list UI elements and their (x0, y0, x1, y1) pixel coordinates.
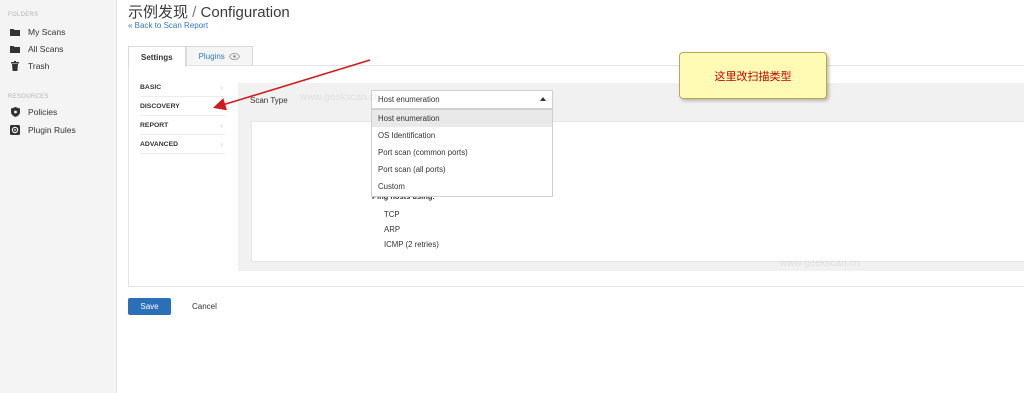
discovery-settings-card (251, 121, 1024, 262)
scan-type-selected-value: Host enumeration (378, 95, 440, 104)
sidebar-item-label: All Scans (28, 44, 64, 54)
chevron-right-icon: › (220, 101, 223, 111)
chevron-right-icon: › (220, 82, 223, 92)
page-title-main: 示例发现 (128, 4, 189, 21)
shield-icon (10, 107, 20, 117)
settings-nav-label: REPORT (140, 121, 169, 129)
eye-icon (228, 53, 240, 60)
save-button[interactable]: Save (128, 298, 171, 315)
sidebar-item-label: Plugin Rules (28, 125, 76, 135)
tab-settings[interactable]: Settings (128, 46, 186, 67)
sidebar-item-my-scans[interactable]: My Scans (10, 24, 65, 40)
settings-nav-report[interactable]: REPORT › (140, 116, 225, 135)
page-title-sub: Configuration (200, 4, 290, 21)
config-tabs: Settings Plugins (128, 46, 253, 67)
settings-nav-discovery[interactable]: DISCOVERY › (140, 97, 225, 116)
ping-methods-list: TCP ARP ICMP (2 retries) (384, 207, 439, 252)
sidebar-item-all-scans[interactable]: All Scans (10, 41, 63, 57)
sidebar-item-trash[interactable]: Trash (10, 58, 49, 74)
folder-icon (10, 44, 20, 54)
settings-nav: BASIC › DISCOVERY › REPORT › ADVANCED › (140, 78, 225, 154)
folder-icon (10, 27, 20, 37)
scan-type-select[interactable]: Host enumeration (371, 90, 553, 109)
ping-method-tcp: TCP (384, 210, 400, 219)
settings-nav-label: BASIC (140, 83, 162, 91)
settings-nav-label: DISCOVERY (140, 102, 180, 110)
plugin-rules-icon (10, 125, 20, 135)
scan-type-dropdown: Host enumeration OS Identification Port … (371, 109, 553, 197)
sidebar-item-label: Trash (28, 61, 50, 71)
settings-nav-label: ADVANCED (140, 140, 179, 148)
scan-type-option-os-identification[interactable]: OS Identification (372, 127, 552, 144)
page-title: 示例发现 / Configuration (128, 1, 290, 22)
scan-type-option-custom[interactable]: Custom (372, 178, 552, 195)
tab-label: Plugins (198, 52, 225, 61)
annotation-callout: 这里改扫描类型 (679, 52, 827, 99)
cancel-button[interactable]: Cancel (192, 298, 217, 315)
tab-label: Settings (141, 52, 173, 62)
watermark: www.geekscan.cn (300, 92, 381, 103)
scan-type-option-port-scan-common[interactable]: Port scan (common ports) (372, 144, 552, 161)
sidebar-item-label: My Scans (28, 27, 66, 37)
page-title-separator: / (188, 4, 201, 21)
scan-type-option-port-scan-all[interactable]: Port scan (all ports) (372, 161, 552, 178)
settings-nav-basic[interactable]: BASIC › (140, 78, 225, 97)
scan-type-option-host-enumeration[interactable]: Host enumeration (372, 110, 552, 127)
sidebar-section-folders: FOLDERS (8, 12, 39, 18)
tab-plugins[interactable]: Plugins (185, 46, 253, 66)
chevron-right-icon: › (220, 120, 223, 130)
ping-method-icmp: ICMP (2 retries) (384, 240, 439, 249)
sidebar: FOLDERS My Scans All Scans Trash RESOURC… (0, 0, 117, 393)
trash-icon (10, 61, 20, 71)
back-to-scan-report-link[interactable]: « Back to Scan Report (128, 21, 208, 30)
annotation-text: 这里改扫描类型 (714, 69, 792, 83)
settings-nav-advanced[interactable]: ADVANCED › (140, 135, 225, 154)
watermark: www.geekscan.cn (780, 258, 861, 269)
sidebar-item-policies[interactable]: Policies (10, 104, 57, 120)
caret-up-icon (540, 97, 546, 101)
ping-method-arp: ARP (384, 225, 401, 234)
scan-type-label: Scan Type (250, 96, 288, 105)
chevron-right-icon: › (220, 139, 223, 149)
sidebar-item-label: Policies (28, 107, 58, 117)
sidebar-section-resources: RESOURCES (8, 94, 49, 100)
sidebar-item-plugin-rules[interactable]: Plugin Rules (10, 122, 76, 138)
